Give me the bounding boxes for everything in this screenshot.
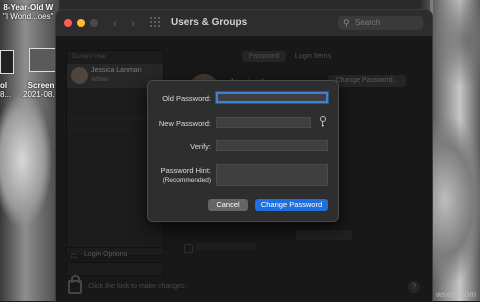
verify-label: Verify: [190,142,211,151]
cancel-button[interactable]: Cancel [208,199,248,211]
new-password-field[interactable] [216,117,311,128]
change-password-button[interactable]: Change Password [255,199,328,211]
search-icon: ⚲ [343,18,350,28]
desktop-icon-screen[interactable]: Screen 2021-08... [23,81,59,99]
desktop-icon-video[interactable]: 8-Year-Old W "I Wond...oes" [3,3,53,21]
change-password-sheet: Old Password: New Password: Verify: Pass… [147,80,339,222]
password-hint-field[interactable] [216,164,328,186]
desktop-thumbnail-1[interactable] [29,48,57,72]
forward-arrow-icon[interactable]: › [131,16,135,30]
back-arrow-icon[interactable]: ‹ [113,16,117,30]
hint-sublabel: (Recommended) [162,177,211,184]
watermark: wsxdn.com [435,290,476,299]
desktop-thumbnail-2[interactable] [0,50,14,74]
window-title: Users & Groups [171,17,248,28]
close-button[interactable] [64,19,72,27]
old-password-field[interactable] [216,92,328,103]
new-password-label: New Password: [158,119,211,128]
verify-field[interactable] [216,140,328,151]
search-field[interactable]: ⚲ Search [338,16,423,30]
password-hint-label: Password Hint: (Recommended) [161,166,211,186]
desktop-icon-partial[interactable]: ol 8... [0,81,11,99]
title-bar: ‹ › Users & Groups ⚲ Search [56,10,432,37]
hint-label-text: Password Hint: [160,166,211,175]
minimize-button[interactable] [77,19,85,27]
show-all-grid-icon[interactable] [150,17,160,27]
old-password-label: Old Password: [162,94,211,103]
zoom-button[interactable] [90,19,98,27]
search-placeholder: Search [355,18,381,27]
key-icon[interactable] [319,116,326,128]
